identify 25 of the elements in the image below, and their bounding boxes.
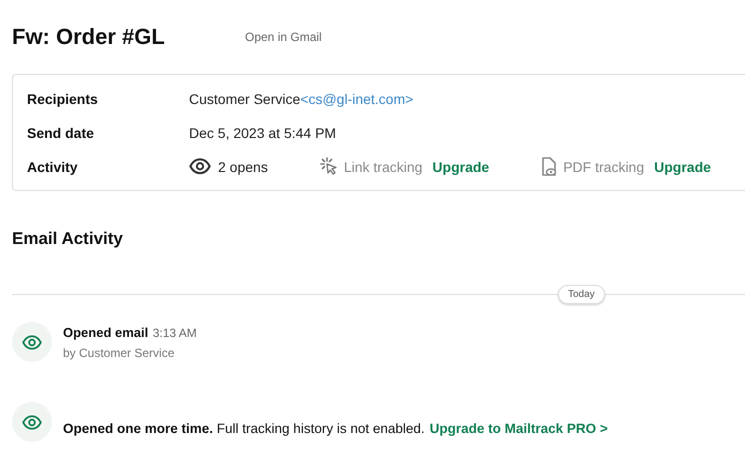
open-in-gmail-link[interactable]: Open in Gmail (245, 30, 322, 44)
opens-count: 2 opens (218, 158, 268, 174)
event-message: Opened one more time. Full tracking history is not enabled. (63, 421, 425, 436)
recipient-name: Customer Service (189, 90, 300, 106)
section-title: Email Activity (12, 229, 124, 249)
eye-icon (22, 414, 42, 430)
recipient-email-link[interactable]: <cs@gl-inet.com> (300, 90, 414, 106)
eye-icon (22, 334, 42, 350)
upgrade-link[interactable]: Upgrade (432, 158, 490, 174)
upgrade-pro-link[interactable]: Upgrade to Mailtrack PRO > (430, 421, 608, 436)
event-author: by Customer Service (63, 346, 176, 360)
cursor-click-icon (320, 156, 338, 176)
email-title: Fw: Order #GL (12, 24, 166, 50)
eye-icon (189, 158, 211, 175)
document-eye-icon (541, 156, 558, 176)
event-time: 3:13 AM (152, 326, 197, 340)
event-title: Opened email (63, 325, 148, 340)
feature-label: PDF tracking (563, 158, 644, 174)
day-label: Today (558, 285, 605, 304)
send-date-value: Dec 5, 2023 at 5:44 PM (189, 124, 336, 140)
feature-label: Link tracking (344, 158, 422, 174)
recipients-label: Recipients (27, 90, 99, 106)
activity-label: Activity (27, 158, 79, 174)
send-date-label: Send date (27, 124, 95, 140)
upgrade-link[interactable]: Upgrade (654, 158, 711, 174)
